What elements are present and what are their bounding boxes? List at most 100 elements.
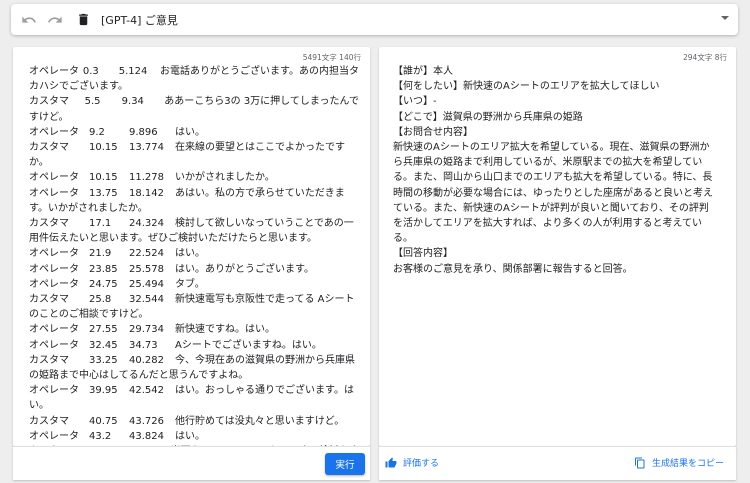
result-line: お客様のご意見を承り、関係部署に報告すると回答。: [393, 263, 633, 275]
run-button[interactable]: 実行: [325, 453, 365, 475]
result-line: 【どこで】滋賀県の野洲から兵庫県の姫路: [393, 111, 583, 123]
rate-label: 評価する: [403, 459, 440, 469]
utterance-text: いかがされましたか。: [175, 172, 275, 184]
preset-title: [GPT-4] ご意見: [101, 13, 178, 27]
result-line: 【何をしたい】新快速のAシートのエリアを拡大してほしい: [393, 81, 660, 93]
start-time: 23.85: [89, 263, 118, 275]
end-time: 40.282: [129, 354, 164, 366]
transcript-line: オペレータ 43.2 43.824 はい。: [29, 429, 359, 444]
result-text: 【誰が】本人【何をしたい】新快速のAシートのエリアを拡大してほしい 【いつ】- 【ど…: [393, 64, 727, 277]
utterance-continuation: す。いかがされましたか。: [29, 202, 148, 214]
end-time: 24.324: [129, 218, 164, 230]
transcript-text[interactable]: オペレータ 0.3 5.124 お電話ありがとうございます。あの内担当タ カハシでござい…: [29, 64, 359, 446]
result-line: 【お問合せ内容】: [393, 126, 473, 138]
utterance-text: はい。: [175, 430, 205, 442]
speaker-label: カスタマ: [29, 96, 69, 108]
start-time: 32.45: [89, 339, 118, 351]
transcript-line: カスタマ 40.75 43.726 他行貯めては没丸々と思いますけど。: [29, 414, 359, 429]
speaker-label: オペレータ: [29, 324, 79, 336]
transcript-line: オペレータ 0.3 5.124 お電話ありがとうございます。あの内担当タ: [29, 64, 359, 79]
result-line: 【誰が】本人: [393, 66, 453, 77]
start-time: 0.3: [82, 66, 99, 77]
result-line: る。: [393, 233, 413, 245]
start-time: 10.15: [89, 142, 118, 154]
copy-icon: [634, 456, 647, 469]
end-time: 9.896: [129, 126, 158, 138]
transcript-line: オペレータ 24.75 25.494 タブ。: [29, 277, 359, 292]
transcript-line: カスタマ 5.5 9.34 ああーこちら3の 3万に押してしまったんで: [29, 94, 359, 109]
start-time: 5.5: [84, 96, 101, 108]
result-line: ている。また、新快速のAシートが評判が良いと聞いており、その評判: [393, 202, 709, 214]
utterance-text: あはい。私の方で承らせていただきま: [175, 187, 345, 199]
speaker-label: オペレータ: [29, 278, 79, 290]
end-time: 25.578: [129, 263, 164, 275]
speaker-label: オペレータ: [29, 187, 79, 199]
end-time: 43.726: [129, 415, 164, 427]
copy-label: 生成結果をコピー: [651, 459, 724, 469]
utterance-text: 今、今現在あの滋賀県の野洲から兵庫県: [175, 354, 355, 366]
transcript-line: オペレータ 13.75 18.142 あはい。私の方で承らせていただきま: [29, 186, 359, 201]
transcript-line: オペレータ 27.55 29.734 新快速ですね。はい。: [29, 322, 359, 337]
start-time: 33.25: [89, 354, 118, 366]
transcript-line: カスタマ 33.25 40.282 今、今現在あの滋賀県の野洲から兵庫県: [29, 353, 359, 368]
result-line: ら兵庫県の姫路まで利用しているが、米原駅までの拡大を希望してい: [393, 157, 703, 169]
result-line: を活かしてエリアを拡大すれば、より多くの人が利用すると考えてい: [393, 218, 702, 230]
utterance-text: Aシートでございますね。はい。: [175, 339, 322, 351]
utterance-text: 在来線の要望とはここでよかったです: [175, 142, 345, 154]
utterance-text: はい。おっしゃる通りでございます。は: [175, 385, 354, 397]
start-time: 43.2: [89, 430, 112, 442]
dropdown-arrow-icon[interactable]: [720, 13, 730, 26]
end-time: 5.124: [118, 66, 148, 77]
copy-result-button[interactable]: 生成結果をコピー: [634, 456, 724, 469]
undo-icon[interactable]: [17, 8, 41, 32]
transcript-line: オペレータ 10.15 11.278 いかがされましたか。: [29, 170, 359, 185]
start-time: 17.1: [89, 218, 112, 230]
start-time: 10.15: [89, 172, 118, 184]
utterance-text: 新快速電写も京阪性で走ってる Aシート: [175, 294, 355, 306]
transcript-line: オペレータ 39.95 42.542 はい。おっしゃる通りでございます。は: [29, 383, 359, 398]
speaker-label: オペレータ: [29, 126, 79, 138]
utterance-text: ああーこちら3の 3万に押してしまったんで: [164, 96, 359, 108]
result-line: 【いつ】-: [393, 96, 437, 108]
utterance-continuation: のことのご相談ですけど。: [29, 309, 149, 321]
speaker-label: オペレータ: [29, 248, 79, 260]
end-time: 25.494: [129, 278, 164, 290]
end-time: 22.524: [129, 248, 164, 260]
utterance-continuation: すけど。: [29, 111, 69, 123]
utterance-text: はい。: [175, 126, 205, 138]
speaker-label: カスタマ: [29, 415, 69, 427]
delete-icon[interactable]: [71, 8, 95, 32]
rate-button[interactable]: 評価する: [385, 456, 439, 469]
output-panel: 294文字 8行 【誰が】本人 【何をしたい】新快速のAシートのエリアを拡大してほ…: [379, 47, 736, 446]
result-line: 【回答内容】: [393, 248, 453, 260]
transcript-line: カスタマ 17.1 24.324 検討して欲しいなっていうことであの一: [29, 216, 359, 231]
utterance-text: タブ。: [175, 278, 205, 290]
start-time: 21.9: [89, 248, 112, 260]
start-time: 40.75: [89, 415, 118, 427]
input-char-count: 5491文字 140行: [302, 53, 361, 62]
end-time: 32.544: [129, 294, 164, 306]
speaker-label: オペレータ: [29, 172, 79, 184]
end-time: 42.542: [129, 385, 164, 397]
utterance-continuation: の姫路まで中心はしてるんだと思うんですよね。: [29, 370, 249, 382]
start-time: 39.95: [89, 385, 118, 397]
start-time: 9.2: [89, 126, 105, 138]
speaker-label: カスタマ: [29, 354, 69, 366]
preset-select[interactable]: [GPT-4] ご意見: [101, 12, 738, 28]
utterance-continuation: カハシでございます。: [29, 81, 128, 93]
speaker-label: オペレータ: [29, 430, 79, 442]
speaker-label: カスタマ: [29, 218, 69, 230]
start-time: 27.55: [89, 324, 118, 336]
result-line: 新快速のAシートのエリア拡大を希望している。現在、滋賀県の野洲か: [393, 142, 710, 154]
input-panel[interactable]: 5491文字 140行 オペレータ 0.3 5.124 お電話ありがとうございます。あ…: [13, 47, 370, 446]
end-time: 11.278: [129, 172, 164, 184]
speaker-label: オペレータ: [29, 385, 79, 397]
input-action-bar: 実行: [13, 446, 370, 480]
speaker-label: オペレータ: [29, 66, 79, 77]
start-time: 25.8: [89, 294, 112, 306]
redo-icon[interactable]: [43, 8, 67, 32]
transcript-line: カスタマ 10.15 13.774 在来線の要望とはここでよかったです: [29, 140, 359, 155]
utterance-continuation: 用件伝えたいと思います。ぜひご検討いただけたらと思います。: [29, 233, 317, 245]
transcript-line: オペレータ 21.9 22.524 はい。: [29, 246, 359, 261]
start-time: 13.75: [89, 187, 118, 199]
